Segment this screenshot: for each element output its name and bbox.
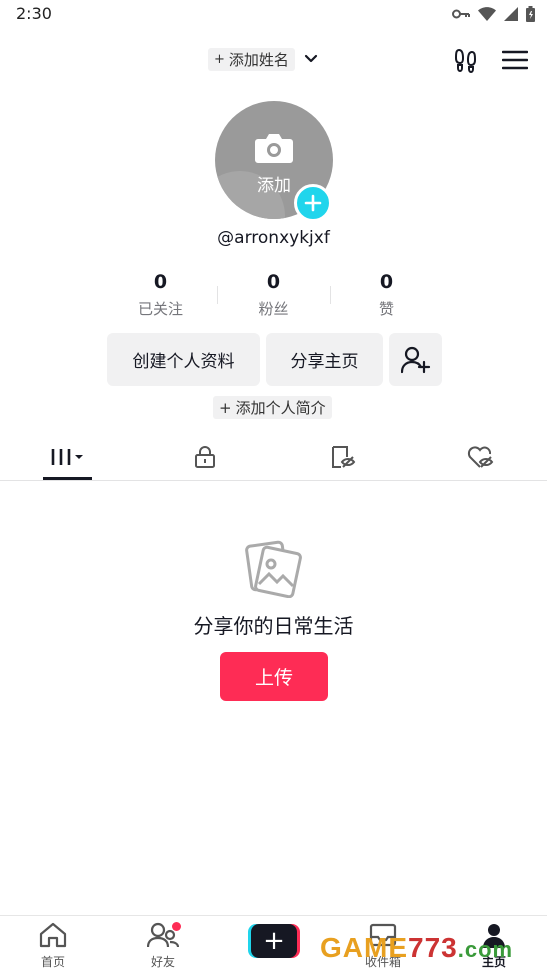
camera-icon (255, 134, 293, 163)
add-bio-button[interactable]: + 添加个人简介 (213, 396, 332, 419)
watermark-logo: GAME773.com (320, 932, 514, 963)
signal-icon (504, 7, 518, 21)
status-bar: 2:30 (0, 0, 547, 28)
plus-icon (304, 194, 322, 212)
tab-reposts[interactable] (313, 434, 373, 480)
footprint-icon[interactable] (453, 47, 479, 73)
key-icon (452, 9, 470, 19)
top-bar: + 添加姓名 (0, 40, 547, 80)
add-avatar-button[interactable] (294, 184, 332, 222)
plus-icon: + (251, 924, 297, 958)
add-name-label: 添加姓名 (228, 51, 289, 69)
home-icon (39, 922, 67, 948)
menu-icon[interactable] (502, 50, 528, 70)
stat-value: 0 (153, 271, 168, 293)
share-profile-button[interactable]: 分享主页 (266, 333, 383, 386)
upload-button[interactable]: 上传 (220, 652, 328, 701)
empty-message: 分享你的日常生活 (193, 614, 354, 638)
chevron-down-icon[interactable] (303, 51, 319, 67)
heart-hidden-icon (467, 446, 494, 468)
create-button[interactable]: + (248, 924, 300, 958)
plus-icon: + (214, 52, 225, 67)
add-person-icon (400, 346, 430, 373)
battery-icon (526, 6, 535, 22)
stat-value: 0 (266, 271, 281, 293)
stat-following[interactable]: 0 已关注 (104, 270, 217, 320)
tag-hidden-icon (332, 446, 356, 468)
wifi-icon (478, 7, 496, 21)
edit-profile-button[interactable]: 创建个人资料 (107, 333, 260, 386)
lock-icon (195, 446, 215, 468)
status-time: 2:30 (16, 4, 52, 23)
add-friend-button[interactable] (389, 333, 442, 386)
photos-icon (245, 540, 302, 598)
content-tabs (0, 434, 547, 481)
divider (217, 286, 218, 304)
stat-likes[interactable]: 0 赞 (330, 270, 443, 320)
nav-label: 好友 (150, 955, 175, 969)
status-icons (452, 6, 535, 22)
divider (330, 286, 331, 304)
tab-private[interactable] (175, 434, 235, 480)
stat-label: 粉丝 (258, 300, 289, 318)
stat-followers[interactable]: 0 粉丝 (217, 270, 330, 320)
stat-value: 0 (379, 271, 394, 293)
stat-label: 已关注 (137, 300, 183, 318)
notification-dot (172, 922, 181, 931)
add-bio-label: 添加个人简介 (235, 399, 326, 417)
nav-label: 首页 (40, 955, 65, 969)
username: @arronxykjxf (217, 228, 330, 248)
tab-active-indicator (43, 477, 92, 480)
nav-home[interactable]: 首页 (18, 922, 88, 970)
stats-row: 0 已关注 0 粉丝 0 赞 (104, 270, 444, 320)
add-name-button[interactable]: + 添加姓名 (208, 48, 295, 71)
tab-videos[interactable] (38, 434, 98, 480)
tab-liked[interactable] (451, 434, 511, 480)
stat-label: 赞 (378, 300, 394, 318)
grid-icon (51, 449, 83, 465)
plus-icon: + (219, 398, 232, 417)
nav-friends[interactable]: 好友 (128, 922, 198, 970)
